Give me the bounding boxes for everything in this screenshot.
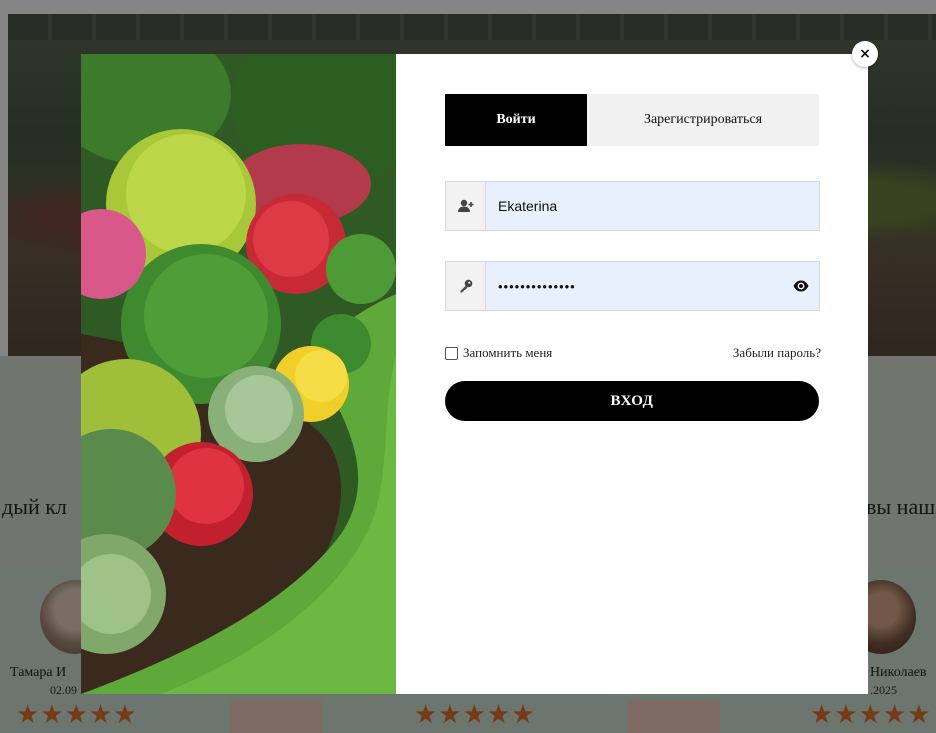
key-icon bbox=[446, 262, 486, 310]
forgot-password-link[interactable]: Забыли пароль? bbox=[733, 345, 821, 361]
remember-me[interactable]: Запомнить меня bbox=[445, 345, 552, 361]
garden-image bbox=[81, 54, 396, 694]
user-plus-icon bbox=[446, 182, 486, 230]
username-field[interactable]: Ekaterina bbox=[445, 181, 820, 231]
remember-label: Запомнить меня bbox=[463, 345, 553, 360]
login-modal: Войти Зарегистрироваться Ekaterina •••••… bbox=[81, 54, 868, 694]
remember-checkbox[interactable] bbox=[445, 346, 458, 360]
eye-icon[interactable] bbox=[783, 280, 819, 292]
password-input[interactable]: •••••••••••••• bbox=[486, 279, 783, 294]
close-icon[interactable]: × bbox=[852, 41, 878, 67]
auth-tabs: Войти Зарегистрироваться bbox=[445, 94, 819, 146]
garden-illustration bbox=[81, 54, 396, 694]
login-form: Войти Зарегистрироваться Ekaterina •••••… bbox=[396, 54, 868, 694]
tab-register[interactable]: Зарегистрироваться bbox=[587, 94, 819, 146]
login-button[interactable]: ВХОД bbox=[445, 381, 819, 421]
username-input[interactable]: Ekaterina bbox=[486, 198, 819, 214]
password-field[interactable]: •••••••••••••• bbox=[445, 261, 820, 311]
tab-login[interactable]: Войти bbox=[445, 94, 587, 146]
